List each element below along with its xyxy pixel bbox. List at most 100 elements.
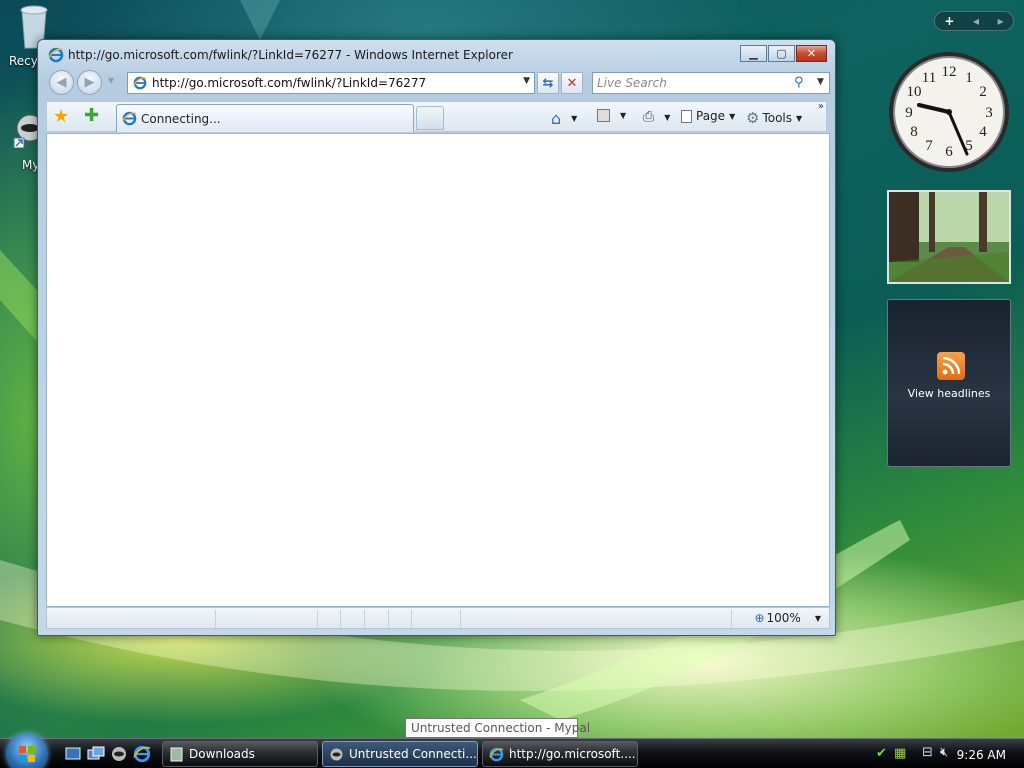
tab-label: Connecting...	[141, 112, 221, 126]
close-button[interactable]: ✕	[796, 45, 827, 62]
zoom-control[interactable]: ⊕ 100% ▼	[754, 611, 821, 625]
clock-numeral: 6	[945, 144, 953, 160]
recent-pages-dropdown-icon[interactable]: ▼	[108, 76, 114, 85]
taskbar-button-label: Untrusted Connecti...	[349, 747, 477, 761]
window-title: http://go.microsoft.com/fwlink/?LinkId=7…	[68, 48, 513, 62]
feeds-button[interactable]: ▼	[597, 109, 626, 122]
tools-menu-button[interactable]: ⚙ Tools ▼	[746, 109, 802, 127]
folder-icon	[170, 747, 183, 762]
clock-numeral: 4	[979, 124, 987, 140]
back-button[interactable]: ◀	[49, 70, 74, 95]
taskbar-clock[interactable]: 9:26 AM	[957, 748, 1006, 762]
page-menu-button[interactable]: Page ▼	[681, 109, 735, 123]
forward-button[interactable]: ▶	[77, 70, 102, 95]
address-bar[interactable]: http://go.microsoft.com/fwlink/?LinkId=7…	[127, 72, 535, 94]
taskbar-button-ie[interactable]: http://go.microsoft....	[482, 741, 638, 767]
home-button[interactable]: ⌂ ▼	[551, 109, 577, 128]
ie-window[interactable]: http://go.microsoft.com/fwlink/?LinkId=7…	[37, 39, 836, 636]
print-icon: ⎙	[643, 109, 655, 125]
clock-numeral: 12	[942, 64, 957, 80]
mypal-icon	[330, 748, 343, 761]
add-favorites-icon[interactable]: ✚	[84, 105, 99, 126]
zoom-icon: ⊕	[754, 611, 765, 625]
clock-numeral: 2	[979, 84, 987, 100]
ie-quicklaunch[interactable]	[133, 745, 151, 763]
tab-connecting[interactable]: Connecting...	[116, 104, 414, 132]
status-divider	[460, 610, 461, 628]
print-button[interactable]: ⎙ ▼	[643, 109, 670, 125]
home-icon: ⌂	[551, 109, 562, 128]
taskbar-button-label: Downloads	[189, 747, 255, 761]
switch-windows-quicklaunch[interactable]	[87, 745, 105, 763]
page-icon	[681, 109, 692, 123]
tools-dropdown-icon: ▼	[796, 113, 803, 123]
tray-update-icon[interactable]: ✔	[876, 746, 887, 761]
show-desktop-quicklaunch[interactable]	[64, 745, 82, 763]
print-dropdown-icon[interactable]: ▼	[664, 113, 670, 122]
feeds-dropdown-icon[interactable]: ▼	[620, 111, 626, 120]
home-dropdown-icon[interactable]: ▼	[571, 114, 577, 123]
feed-headlines-gadget[interactable]: View headlines	[887, 299, 1011, 467]
search-options-dropdown-icon[interactable]: ▼	[817, 77, 824, 87]
tools-menu-label: Tools	[762, 111, 793, 125]
address-dropdown-icon[interactable]: ▼	[523, 76, 530, 86]
clock-numeral: 9	[905, 105, 913, 121]
clock-numeral: 7	[925, 138, 933, 154]
refresh-button[interactable]: ⇆	[537, 72, 559, 94]
forward-arrow-icon: ▶	[84, 75, 95, 90]
command-bar: ★ ✚ Connecting... ⌂ ▼ ▼ ⎙ ▼ Page ▼ ⚙ Tools ▼	[46, 101, 827, 132]
status-divider	[364, 610, 365, 628]
gear-icon: ⚙	[746, 109, 760, 127]
tray-volume-muted-icon[interactable]: 🔇︎	[940, 745, 948, 760]
taskbar-tooltip: Untrusted Connection - Mypal	[405, 718, 590, 738]
window-titlebar[interactable]: http://go.microsoft.com/fwlink/?LinkId=7…	[38, 40, 835, 66]
taskbar-button-untrusted-connection[interactable]: Untrusted Connecti...	[322, 741, 478, 767]
rss-icon	[937, 352, 965, 380]
clock-numeral: 11	[922, 70, 936, 86]
minimize-button[interactable]: ▁	[740, 45, 767, 62]
ie-tab-icon	[122, 111, 137, 126]
favorites-star-icon[interactable]: ★	[53, 106, 69, 127]
search-box[interactable]: ⚲ ▼	[592, 72, 830, 94]
status-divider	[317, 610, 318, 628]
start-button[interactable]	[6, 733, 48, 768]
taskbar-button-downloads[interactable]: Downloads	[162, 741, 318, 767]
add-gadget-icon[interactable]: +	[944, 14, 954, 28]
clock-gadget[interactable]: 12 1 2 3 4 5 6 7 8 9 10 11	[887, 50, 1011, 174]
tray-network-icon[interactable]: ⊟	[922, 745, 933, 760]
slideshow-gadget[interactable]	[887, 190, 1011, 284]
more-commands-chevron-icon[interactable]: »	[818, 101, 824, 112]
taskbar: Downloads Untrusted Connecti... http://g…	[0, 733, 1024, 768]
mypal-quicklaunch[interactable]	[110, 745, 128, 763]
new-tab-button[interactable]	[416, 106, 444, 130]
next-gadget-icon[interactable]: ▸	[998, 14, 1004, 28]
minimize-icon: ▁	[749, 47, 758, 60]
address-text: http://go.microsoft.com/fwlink/?LinkId=7…	[152, 76, 427, 90]
maximize-button[interactable]: ▢	[768, 45, 795, 62]
status-divider	[731, 610, 732, 628]
page-menu-label: Page	[696, 109, 726, 123]
sidebar-controls: + ◂ ▸	[934, 11, 1014, 31]
zoom-dropdown-icon: ▼	[814, 613, 821, 623]
feeds-icon	[597, 109, 610, 122]
system-tray: ✔ ▦ ⊟ 🔇︎ 9:26 AM	[870, 741, 1020, 767]
status-divider	[340, 610, 341, 628]
previous-gadget-icon[interactable]: ◂	[973, 14, 979, 28]
tray-security-icon[interactable]: ▦	[894, 746, 906, 761]
search-icon[interactable]: ⚲	[794, 75, 804, 90]
stop-button[interactable]: ✕	[561, 72, 583, 94]
ie-icon	[48, 47, 64, 63]
ie-page-icon	[133, 76, 147, 90]
zoom-level: 100%	[766, 611, 801, 625]
status-divider	[215, 610, 216, 628]
status-divider	[411, 610, 412, 628]
windows-logo-icon	[19, 746, 35, 762]
status-divider	[388, 610, 389, 628]
view-headlines-link[interactable]: View headlines	[888, 387, 1010, 400]
page-content-area[interactable]	[46, 133, 830, 607]
clock-numeral: 10	[907, 84, 922, 100]
clock-numeral: 3	[985, 105, 993, 121]
forest-photo	[889, 192, 1009, 282]
refresh-icon: ⇆	[542, 75, 554, 91]
search-input[interactable]	[597, 75, 787, 91]
